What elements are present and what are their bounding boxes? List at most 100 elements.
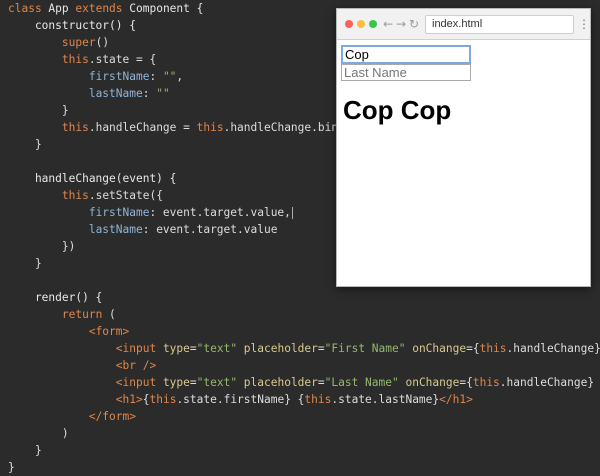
code-token: "Last Name" [324, 376, 399, 389]
reload-icon[interactable]: ↻ [409, 16, 419, 32]
code-token: lastName [88, 87, 143, 100]
code-line: lastName: "" [8, 85, 170, 102]
code-line: <br /> [8, 357, 156, 374]
code-token: firstName [88, 206, 150, 219]
close-window-icon[interactable] [345, 20, 353, 28]
forward-arrow-icon[interactable]: → [396, 16, 406, 32]
code-token: render() { [8, 291, 103, 304]
code-token: .handleChange} /> [506, 342, 600, 355]
code-token: <h1> [115, 393, 143, 406]
code-token: this [61, 53, 89, 66]
code-token: ={ [466, 342, 480, 355]
code-token: "text" [196, 342, 238, 355]
code-line: <h1>{this.state.firstName} {this.state.l… [8, 391, 473, 408]
code-line: } [8, 136, 42, 153]
code-token: onChange [405, 342, 467, 355]
name-heading: Cop Cop [343, 95, 452, 125]
code-line: <input type="text" placeholder="First Na… [8, 340, 600, 357]
code-token: </form> [88, 410, 136, 423]
code-line: lastName: event.target.value [8, 221, 278, 238]
code-token: .state.firstName} { [176, 393, 305, 406]
code-token: firstName [88, 70, 150, 83]
code-token: "text" [196, 376, 238, 389]
first-name-value: Cop [345, 47, 369, 62]
address-bar[interactable]: index.html [425, 15, 574, 34]
code-token: lastName [88, 223, 143, 236]
code-token: constructor() { [8, 19, 136, 32]
code-token: super [61, 36, 96, 49]
code-line: } [8, 102, 69, 119]
code-token: = [189, 376, 197, 389]
page-content: Cop Last Name Cop Cop [337, 40, 590, 286]
code-line: return ( [8, 306, 116, 323]
code-line: this.setState({ [8, 187, 163, 204]
code-token: : event.target.value [142, 223, 278, 236]
code-token: () [95, 36, 110, 49]
code-token: ( [102, 308, 116, 321]
code-token: .state = { [88, 53, 157, 66]
code-token: } [8, 104, 69, 117]
code-line: render() { [8, 289, 102, 306]
code-token: = [317, 342, 325, 355]
code-token: } [8, 257, 42, 270]
code-line: <form> [8, 323, 129, 340]
code-token: "First Name" [324, 342, 406, 355]
code-line: this.state = { [8, 51, 156, 68]
code-token: .setState({ [88, 189, 163, 202]
code-token: this [196, 121, 224, 134]
text-cursor [291, 207, 293, 219]
code-token: , [176, 70, 184, 83]
code-line: handleChange(event) { [8, 170, 176, 187]
code-token: <input [115, 376, 163, 389]
code-token: : [149, 70, 163, 83]
code-line: } [8, 459, 15, 476]
code-token: .handleChange} /> [499, 376, 595, 389]
code-line: firstName: "", [8, 68, 183, 85]
code-line: constructor() { [8, 17, 136, 34]
code-token: type [162, 342, 190, 355]
code-token: } [8, 461, 15, 474]
code-token: : [142, 87, 157, 100]
last-name-input[interactable]: Last Name [341, 64, 471, 81]
code-token: onChange [398, 376, 460, 389]
code-token: this [149, 393, 177, 406]
code-line: <input type="text" placeholder="Last Nam… [8, 374, 600, 391]
maximize-window-icon[interactable] [369, 20, 377, 28]
browser-toolbar: ← → ↻ index.html ⋮ [337, 9, 590, 40]
first-name-input[interactable]: Cop [341, 45, 471, 64]
back-arrow-icon[interactable]: ← [383, 16, 393, 32]
code-token: this [479, 342, 507, 355]
code-token: .handleChange.bind( [223, 121, 352, 134]
code-token: this [472, 376, 500, 389]
browser-menu-icon[interactable]: ⋮ [578, 16, 590, 32]
minimize-window-icon[interactable] [357, 20, 365, 28]
code-token: }) [8, 240, 76, 253]
code-token: extends [75, 2, 130, 15]
code-line: } [8, 255, 42, 272]
code-token: = [189, 342, 197, 355]
code-token: type [162, 376, 190, 389]
code-token: } [8, 444, 42, 457]
code-token: App [48, 2, 76, 15]
code-line: firstName: event.target.value, [8, 204, 293, 221]
code-token: = [317, 376, 325, 389]
code-token: "" [162, 70, 177, 83]
code-line: }) [8, 238, 75, 255]
code-token: <br /> [115, 359, 157, 372]
code-token: this [304, 393, 332, 406]
code-token: } [8, 138, 42, 151]
code-token: handleChange(event) { [8, 172, 177, 185]
